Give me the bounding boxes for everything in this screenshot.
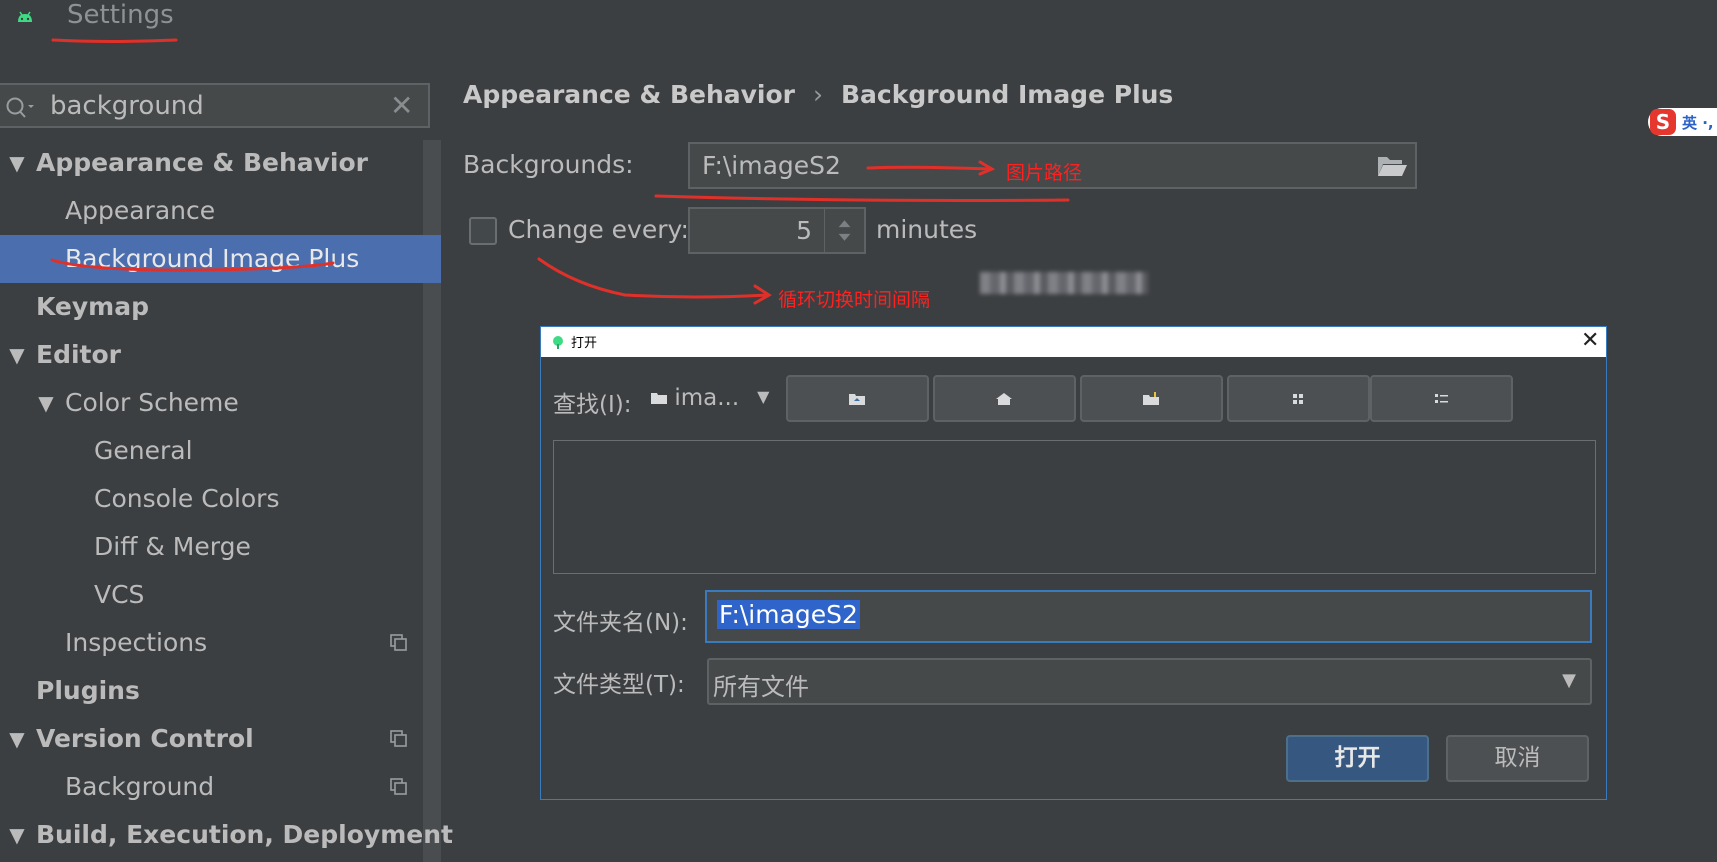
expand-arrow-icon[interactable]: ▼ xyxy=(4,331,30,379)
details-view-button[interactable] xyxy=(1370,375,1513,422)
ime-logo: S xyxy=(1650,109,1676,135)
dialog-close-icon[interactable]: ✕ xyxy=(1581,328,1599,354)
sidebar-item[interactable]: Diff & Merge xyxy=(0,523,441,571)
project-settings-icon xyxy=(390,778,407,795)
interval-arrow-annotation xyxy=(537,257,772,305)
project-settings-icon xyxy=(390,730,407,747)
folder-icon xyxy=(651,393,667,404)
file-type-value[interactable]: 所有文件 xyxy=(713,667,809,702)
spinner-arrows-icon[interactable] xyxy=(824,209,864,252)
blurred-watermark xyxy=(980,272,1148,294)
backgrounds-label: Backgrounds: xyxy=(463,150,634,179)
sidebar-item-label: Appearance & Behavior xyxy=(36,148,368,177)
file-list[interactable] xyxy=(553,440,1596,574)
folder-name-label: 文件夹名(N): xyxy=(553,610,688,636)
sidebar-item[interactable]: Background xyxy=(0,763,441,811)
ime-indicator[interactable]: S 英 ·, xyxy=(1648,108,1717,136)
breadcrumb-current: Background Image Plus xyxy=(841,80,1174,109)
change-every-checkbox[interactable] xyxy=(469,217,497,245)
sidebar-item-label: Background xyxy=(65,772,215,801)
dialog-app-icon xyxy=(553,336,563,349)
sidebar-item[interactable]: Appearance xyxy=(0,187,441,235)
sidebar-item[interactable]: ▼ Color Scheme xyxy=(0,379,441,427)
expand-arrow-icon[interactable]: ▼ xyxy=(33,379,59,427)
folder-name-field[interactable]: F:\imageS2 xyxy=(705,590,1592,643)
sidebar-item[interactable]: VCS xyxy=(0,571,441,619)
lookin-value[interactable]: ima... xyxy=(674,385,739,411)
dialog-title-bar[interactable]: 打开 ✕ xyxy=(541,327,1606,357)
home-icon xyxy=(996,393,1012,405)
change-every-spinner[interactable]: 5 xyxy=(688,207,866,254)
clear-search-icon[interactable]: ✕ xyxy=(390,89,413,123)
sidebar-item-label: VCS xyxy=(94,580,145,609)
home-button[interactable] xyxy=(933,375,1076,422)
selection-underline-annotation xyxy=(50,258,335,272)
sidebar-item-label: Keymap xyxy=(36,292,150,321)
sidebar-item-label: Version Control xyxy=(36,724,254,753)
dialog-title: 打开 xyxy=(571,336,598,351)
up-folder-icon xyxy=(849,394,865,405)
breadcrumb-parent[interactable]: Appearance & Behavior xyxy=(463,80,795,109)
title-bar: Settings xyxy=(0,0,1717,66)
image-path-annotation: 图片路径 xyxy=(1006,162,1083,184)
change-every-label[interactable]: Change every: xyxy=(508,215,689,244)
lookin-label: 查找(I): xyxy=(553,392,632,418)
new-folder-button[interactable] xyxy=(1080,375,1223,422)
chevron-down-icon[interactable]: ▼ xyxy=(1562,670,1576,691)
sidebar-item-label: Editor xyxy=(36,340,121,369)
window-title: Settings xyxy=(67,0,174,30)
expand-arrow-icon[interactable]: ▼ xyxy=(4,715,30,763)
interval-annotation: 循环切换时间间隔 xyxy=(778,289,931,311)
android-icon xyxy=(18,11,32,22)
sidebar-item[interactable]: General xyxy=(0,427,441,475)
sidebar-item[interactable]: ▼ Build, Execution, Deployment xyxy=(0,811,453,859)
sidebar-item[interactable]: Plugins xyxy=(0,667,441,715)
folder-open-icon[interactable] xyxy=(1376,153,1408,179)
search-input[interactable] xyxy=(50,91,380,121)
cancel-button[interactable]: 取消 xyxy=(1446,735,1589,782)
sidebar-item-label: Plugins xyxy=(36,676,140,705)
change-every-value[interactable]: 5 xyxy=(796,216,812,245)
up-folder-button[interactable] xyxy=(786,375,929,422)
file-type-combo[interactable]: 所有文件 ▼ xyxy=(707,658,1592,705)
sidebar-item[interactable]: ▼ Version Control xyxy=(0,715,441,763)
folder-name-value[interactable]: F:\imageS2 xyxy=(717,600,860,629)
sidebar-item-label: Build, Execution, Deployment xyxy=(36,820,453,849)
sidebar-item[interactable]: ▼ Editor xyxy=(0,331,441,379)
sidebar-item-label: General xyxy=(94,436,193,465)
list-view-icon xyxy=(1293,394,1303,404)
list-view-button[interactable] xyxy=(1227,375,1370,422)
open-button[interactable]: 打开 xyxy=(1286,735,1429,782)
file-type-label: 文件类型(T): xyxy=(553,672,685,698)
sidebar-item-label: Console Colors xyxy=(94,484,280,513)
search-icon xyxy=(6,97,34,118)
sidebar-item-label: Diff & Merge xyxy=(94,532,251,561)
ime-mode-text: 英 ·, xyxy=(1682,114,1714,132)
sidebar-item[interactable]: Console Colors xyxy=(0,475,441,523)
lookin-combo[interactable]: ima... ▼ xyxy=(651,385,769,411)
details-view-icon xyxy=(1435,394,1448,403)
sidebar-item-label: Appearance xyxy=(65,196,216,225)
sidebar-item[interactable]: Keymap xyxy=(0,283,441,331)
expand-arrow-icon[interactable]: ▼ xyxy=(4,811,30,859)
settings-search-box[interactable]: ✕ xyxy=(0,83,430,128)
title-underline-annotation xyxy=(51,38,178,43)
chevron-down-icon[interactable]: ▼ xyxy=(757,387,769,406)
expand-arrow-icon[interactable]: ▼ xyxy=(4,139,30,187)
project-settings-icon xyxy=(390,634,407,651)
sidebar-item[interactable]: Inspections xyxy=(0,619,441,667)
open-folder-dialog: 打开 ✕ 查找(I): ima... ▼ 文件夹名(N): F:\imageS2 … xyxy=(540,326,1607,800)
sidebar-item-label: Inspections xyxy=(65,628,208,657)
breadcrumb-separator: › xyxy=(813,80,823,109)
sidebar-item[interactable]: ▼ Appearance & Behavior xyxy=(0,139,441,187)
breadcrumb: Appearance & Behavior › Background Image P… xyxy=(463,80,1173,109)
minutes-label: minutes xyxy=(876,215,978,244)
new-folder-icon xyxy=(1143,392,1159,405)
sidebar-item-label: Color Scheme xyxy=(65,388,239,417)
